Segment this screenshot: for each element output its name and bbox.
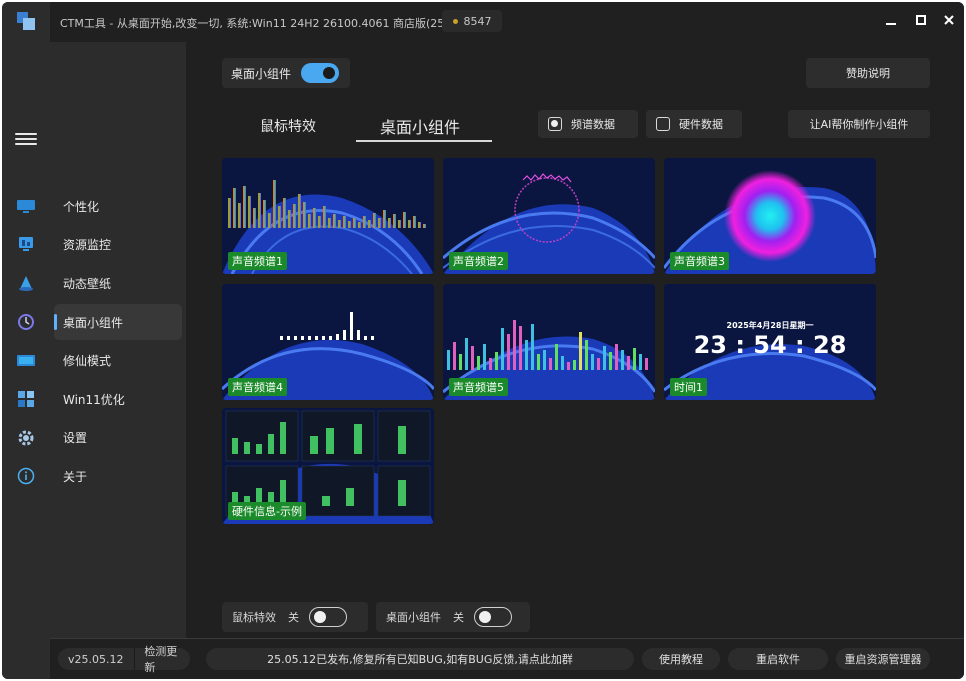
mouse-effects-label: 鼠标特效 — [232, 611, 276, 624]
clock-time: 23 : 54 : 28 — [693, 331, 847, 359]
clock-date: 2025年4月28日星期一 — [726, 321, 814, 330]
hardware-data-option[interactable]: 硬件数据 — [646, 110, 742, 138]
spectrum-radio-box — [548, 117, 562, 131]
hardware-data-label: 硬件数据 — [679, 118, 723, 131]
sidebar-item-about[interactable]: 关于 — [54, 458, 182, 494]
sidebar-item-label: 设置 — [63, 430, 88, 445]
card-label: 声音频谱1 — [228, 252, 287, 270]
online-counter: 8547 — [442, 10, 502, 32]
widget-card-spectrum-3[interactable]: 声音频谱3 — [664, 158, 876, 274]
maximize-icon — [916, 15, 926, 25]
sidebar-item-label: 动态壁纸 — [63, 276, 112, 291]
desktop-widget-label: 桌面小组件 — [386, 611, 441, 624]
widget-master-toggle-chip: 桌面小组件 — [222, 58, 350, 88]
sidebar-nav: 个性化 资源监控 动态壁纸 桌面小组件 修仙模式 Win11优化 设置 关于 — [50, 42, 186, 638]
restart-app-button[interactable]: 重启软件 — [728, 648, 828, 670]
card-label: 声音频谱3 — [670, 252, 729, 270]
display-icon[interactable] — [16, 351, 36, 371]
app-logo-icon — [17, 12, 35, 30]
sidebar-item-label: 修仙模式 — [63, 353, 112, 368]
sidebar-item-personalize[interactable]: 个性化 — [54, 188, 182, 224]
sidebar-item-widgets[interactable]: 桌面小组件 — [54, 304, 182, 340]
minimize-button[interactable] — [878, 8, 904, 32]
check-update-button[interactable]: 检测更新 — [134, 643, 190, 675]
hardware-radio-box — [656, 117, 670, 131]
card-label: 硬件信息-示例 — [228, 502, 306, 520]
widget-toggle-label: 桌面小组件 — [231, 66, 292, 81]
card-label: 声音频谱5 — [449, 378, 508, 396]
sidebar-item-label: Win11优化 — [63, 392, 125, 407]
desktop-widget-toggle[interactable] — [474, 607, 512, 627]
close-button[interactable] — [936, 8, 962, 32]
window-title: CTM工具 - 从桌面开始,改变一切, 系统:Win11 24H2 26100.… — [60, 17, 484, 30]
restart-explorer-button[interactable]: 重启资源管理器 — [836, 648, 930, 670]
status-dot-icon — [452, 18, 458, 24]
version-group: v25.05.12 检测更新 — [58, 645, 190, 674]
sidebar-item-label: 关于 — [63, 469, 88, 484]
desktop-widget-toggle-chip: 桌面小组件 关 — [376, 602, 530, 632]
widget-card-hardware-info[interactable]: 硬件信息-示例 — [222, 408, 434, 524]
title-bar: CTM工具 - 从桌面开始,改变一切, 系统:Win11 24H2 26100.… — [50, 2, 964, 42]
wallpaper-icon[interactable] — [16, 273, 36, 293]
tab-desktop-widgets[interactable]: 桌面小组件 — [380, 114, 460, 138]
spectrum-data-label: 频谱数据 — [571, 118, 615, 131]
sidebar-item-resource-monitor[interactable]: 资源监控 — [54, 226, 182, 262]
sponsor-info-button[interactable]: 赞助说明 — [806, 58, 930, 88]
version-label: v25.05.12 — [68, 652, 124, 666]
main-content: 桌面小组件 赞助说明 鼠标特效 桌面小组件 频谱数据 硬件数据 让AI帮你制作小… — [186, 42, 964, 638]
ai-make-widget-button[interactable]: 让AI帮你制作小组件 — [788, 110, 930, 138]
widget-card-spectrum-2[interactable]: 声音频谱2 — [443, 158, 655, 274]
app-window: CTM工具 - 从桌面开始,改变一切, 系统:Win11 24H2 26100.… — [2, 2, 964, 679]
online-count: 8547 — [463, 14, 492, 28]
release-notice-banner[interactable]: 25.05.12已发布,修复所有已知BUG,如有BUG反馈,请点此加群 — [206, 648, 634, 670]
icon-rail — [2, 2, 50, 679]
mouse-effects-state: 关 — [288, 611, 299, 624]
widget-card-spectrum-4[interactable]: 声音频谱4 — [222, 284, 434, 400]
card-label: 声音频谱2 — [449, 252, 508, 270]
sidebar-item-label: 桌面小组件 — [63, 315, 124, 330]
hamburger-menu-icon[interactable] — [15, 130, 37, 148]
widget-card-time-1[interactable]: 2025年4月28日星期一 23 : 54 : 28 时间1 — [664, 284, 876, 400]
maximize-button[interactable] — [908, 8, 934, 32]
desktop-widget-state: 关 — [453, 611, 464, 624]
gear-icon[interactable] — [16, 428, 36, 448]
tutorial-button[interactable]: 使用教程 — [642, 648, 720, 670]
sidebar-item-settings[interactable]: 设置 — [54, 419, 182, 455]
sidebar-item-label: 资源监控 — [63, 237, 112, 252]
widget-card-spectrum-1[interactable]: 声音频谱1 — [222, 158, 434, 274]
sidebar-item-label: 个性化 — [63, 199, 100, 214]
widget-master-toggle[interactable] — [301, 63, 340, 83]
info-icon[interactable] — [16, 466, 36, 486]
resource-monitor-icon[interactable] — [16, 234, 36, 254]
card-label: 声音频谱4 — [228, 378, 287, 396]
spectrum-data-option[interactable]: 频谱数据 — [538, 110, 638, 138]
monitor-icon[interactable] — [16, 196, 36, 216]
sidebar-item-xiuxian[interactable]: 修仙模式 — [54, 342, 182, 378]
active-tab-underline — [356, 140, 492, 142]
mouse-effects-toggle[interactable] — [309, 607, 347, 627]
card-label: 时间1 — [670, 378, 707, 396]
sidebar-item-win11-optimize[interactable]: Win11优化 — [54, 381, 182, 417]
windows-icon[interactable] — [16, 389, 36, 409]
widget-card-spectrum-5[interactable]: 声音频谱5 — [443, 284, 655, 400]
mouse-effects-toggle-chip: 鼠标特效 关 — [222, 602, 368, 632]
sidebar-item-wallpaper[interactable]: 动态壁纸 — [54, 265, 182, 301]
tab-mouse-effects[interactable]: 鼠标特效 — [260, 116, 316, 136]
status-bar: v25.05.12 检测更新 25.05.12已发布,修复所有已知BUG,如有B… — [50, 638, 964, 679]
widget-icon[interactable] — [16, 312, 36, 332]
minimize-icon — [886, 23, 896, 25]
close-icon — [944, 15, 954, 25]
